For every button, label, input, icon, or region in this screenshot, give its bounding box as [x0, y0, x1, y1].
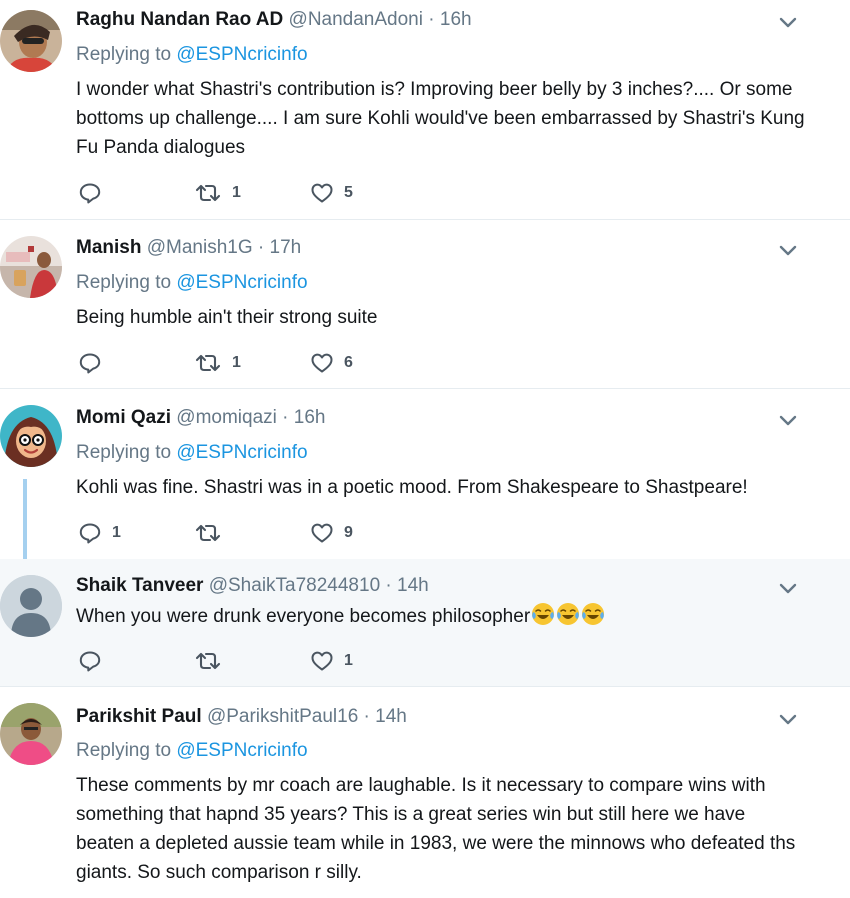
reply-count: 1: [112, 524, 121, 541]
user-handle[interactable]: @momiqazi: [176, 407, 277, 428]
retweet-button[interactable]: 1: [194, 349, 241, 377]
retweet-button[interactable]: [194, 647, 232, 675]
face-with-tears-of-joy-emoji: [532, 603, 555, 625]
separator-dot: ·: [363, 706, 370, 727]
avatar[interactable]: [0, 10, 62, 72]
timestamp[interactable]: 14h: [375, 706, 407, 727]
face-with-tears-of-joy-emoji: [557, 603, 580, 625]
like-button[interactable]: 5: [310, 179, 353, 207]
tweet-text: These comments by mr coach are laughable…: [76, 775, 796, 883]
timestamp[interactable]: 14h: [397, 575, 429, 596]
replying-prefix: Replying to: [76, 44, 172, 65]
replying-prefix: Replying to: [76, 442, 172, 463]
like-button[interactable]: 6: [310, 349, 353, 377]
like-icon: [311, 523, 333, 543]
default-avatar-icon: [0, 575, 62, 637]
display-name[interactable]: Parikshit Paul: [76, 706, 202, 727]
tweet-header: Manish @Manish1G · 17h: [76, 236, 301, 260]
user-handle[interactable]: @Manish1G: [147, 237, 253, 258]
user-handle[interactable]: @ShaikTa78244810: [209, 575, 380, 596]
like-icon: [311, 651, 333, 671]
mention-link[interactable]: @ESPNcricinfo: [176, 272, 307, 293]
tweet-4[interactable]: Shaik Tanveer @ShaikTa78244810 · 14h Whe…: [0, 559, 850, 686]
tweet-5[interactable]: Parikshit Paul @ParikshitPaul16 · 14h Re…: [0, 687, 850, 898]
retweet-icon: [195, 184, 221, 202]
like-count: 5: [344, 184, 353, 201]
like-icon: [311, 183, 333, 203]
caret-down-icon[interactable]: [778, 16, 798, 30]
thread-connector-line: [23, 479, 27, 559]
retweet-count: 1: [232, 354, 241, 371]
replying-to: Replying to @ESPNcricinfo: [76, 43, 308, 67]
mention-link[interactable]: @ESPNcricinfo: [176, 442, 307, 463]
tweet-header: Parikshit Paul @ParikshitPaul16 · 14h: [76, 705, 407, 729]
like-count: 9: [344, 524, 353, 541]
caret-down-icon[interactable]: [778, 713, 798, 727]
reply-icon: [79, 183, 101, 204]
caret-down-icon[interactable]: [778, 582, 798, 596]
replying-prefix: Replying to: [76, 740, 172, 761]
reply-icon: [79, 651, 101, 672]
like-icon: [311, 353, 333, 373]
avatar[interactable]: [0, 236, 62, 298]
replying-to: Replying to @ESPNcricinfo: [76, 441, 308, 465]
separator-dot: ·: [257, 237, 265, 258]
tweet-text: Kohli was fine. Shastri was in a poetic …: [76, 477, 748, 498]
mention-link[interactable]: @ESPNcricinfo: [176, 44, 307, 65]
reply-button[interactable]: [78, 179, 112, 207]
tweet-header: Momi Qazi @momiqazi · 16h: [76, 406, 325, 430]
avatar[interactable]: [0, 405, 62, 467]
retweet-icon: [195, 652, 221, 670]
tweet-2[interactable]: Manish @Manish1G · 17h Replying to @ESPN…: [0, 220, 850, 388]
retweet-icon: [195, 524, 221, 542]
tweet-header: Shaik Tanveer @ShaikTa78244810 · 14h: [76, 574, 429, 598]
replying-to: Replying to @ESPNcricinfo: [76, 739, 308, 763]
separator-dot: ·: [385, 575, 392, 596]
tweet-1[interactable]: Raghu Nandan Rao AD @NandanAdoni · 16h R…: [0, 0, 850, 219]
caret-down-icon[interactable]: [778, 244, 798, 258]
timestamp[interactable]: 16h: [440, 9, 472, 30]
replying-prefix: Replying to: [76, 272, 172, 293]
reply-button[interactable]: [78, 349, 112, 377]
like-count: 6: [344, 354, 353, 371]
retweet-button[interactable]: 1: [194, 179, 241, 207]
like-button[interactable]: 9: [310, 519, 353, 547]
caret-down-icon[interactable]: [778, 414, 798, 428]
retweet-icon: [195, 354, 221, 372]
tweet-header: Raghu Nandan Rao AD @NandanAdoni · 16h: [76, 8, 472, 32]
retweet-count: 1: [232, 184, 241, 201]
tweet-text: Being humble ain't their strong suite: [76, 307, 378, 328]
display-name[interactable]: Shaik Tanveer: [76, 575, 203, 596]
user-handle[interactable]: @ParikshitPaul16: [207, 706, 358, 727]
replying-to: Replying to @ESPNcricinfo: [76, 271, 308, 295]
retweet-button[interactable]: [194, 519, 232, 547]
display-name[interactable]: Raghu Nandan Rao AD: [76, 9, 283, 30]
separator-dot: ·: [282, 407, 289, 428]
tweet-text: When you were drunk everyone becomes phi…: [76, 602, 806, 631]
reply-button[interactable]: 1: [78, 519, 121, 547]
display-name[interactable]: Momi Qazi: [76, 407, 171, 428]
like-count: 1: [344, 652, 353, 669]
tweet-text-body: When you were drunk everyone becomes phi…: [76, 606, 531, 627]
separator-dot: ·: [428, 9, 435, 30]
reply-icon: [79, 523, 101, 544]
timestamp[interactable]: 16h: [294, 407, 326, 428]
display-name[interactable]: Manish: [76, 237, 141, 258]
avatar[interactable]: [0, 575, 62, 637]
user-handle[interactable]: @NandanAdoni: [289, 9, 423, 30]
tweet-text: I wonder what Shastri's contribution is?…: [76, 79, 805, 158]
reply-button[interactable]: [78, 647, 112, 675]
face-with-tears-of-joy-emoji: [582, 603, 605, 625]
avatar[interactable]: [0, 703, 62, 765]
mention-link[interactable]: @ESPNcricinfo: [176, 740, 307, 761]
timestamp[interactable]: 17h: [270, 237, 302, 258]
tweet-3[interactable]: Momi Qazi @momiqazi · 16h Replying to @E…: [0, 389, 850, 559]
like-button[interactable]: 1: [310, 647, 353, 675]
reply-icon: [79, 353, 101, 374]
